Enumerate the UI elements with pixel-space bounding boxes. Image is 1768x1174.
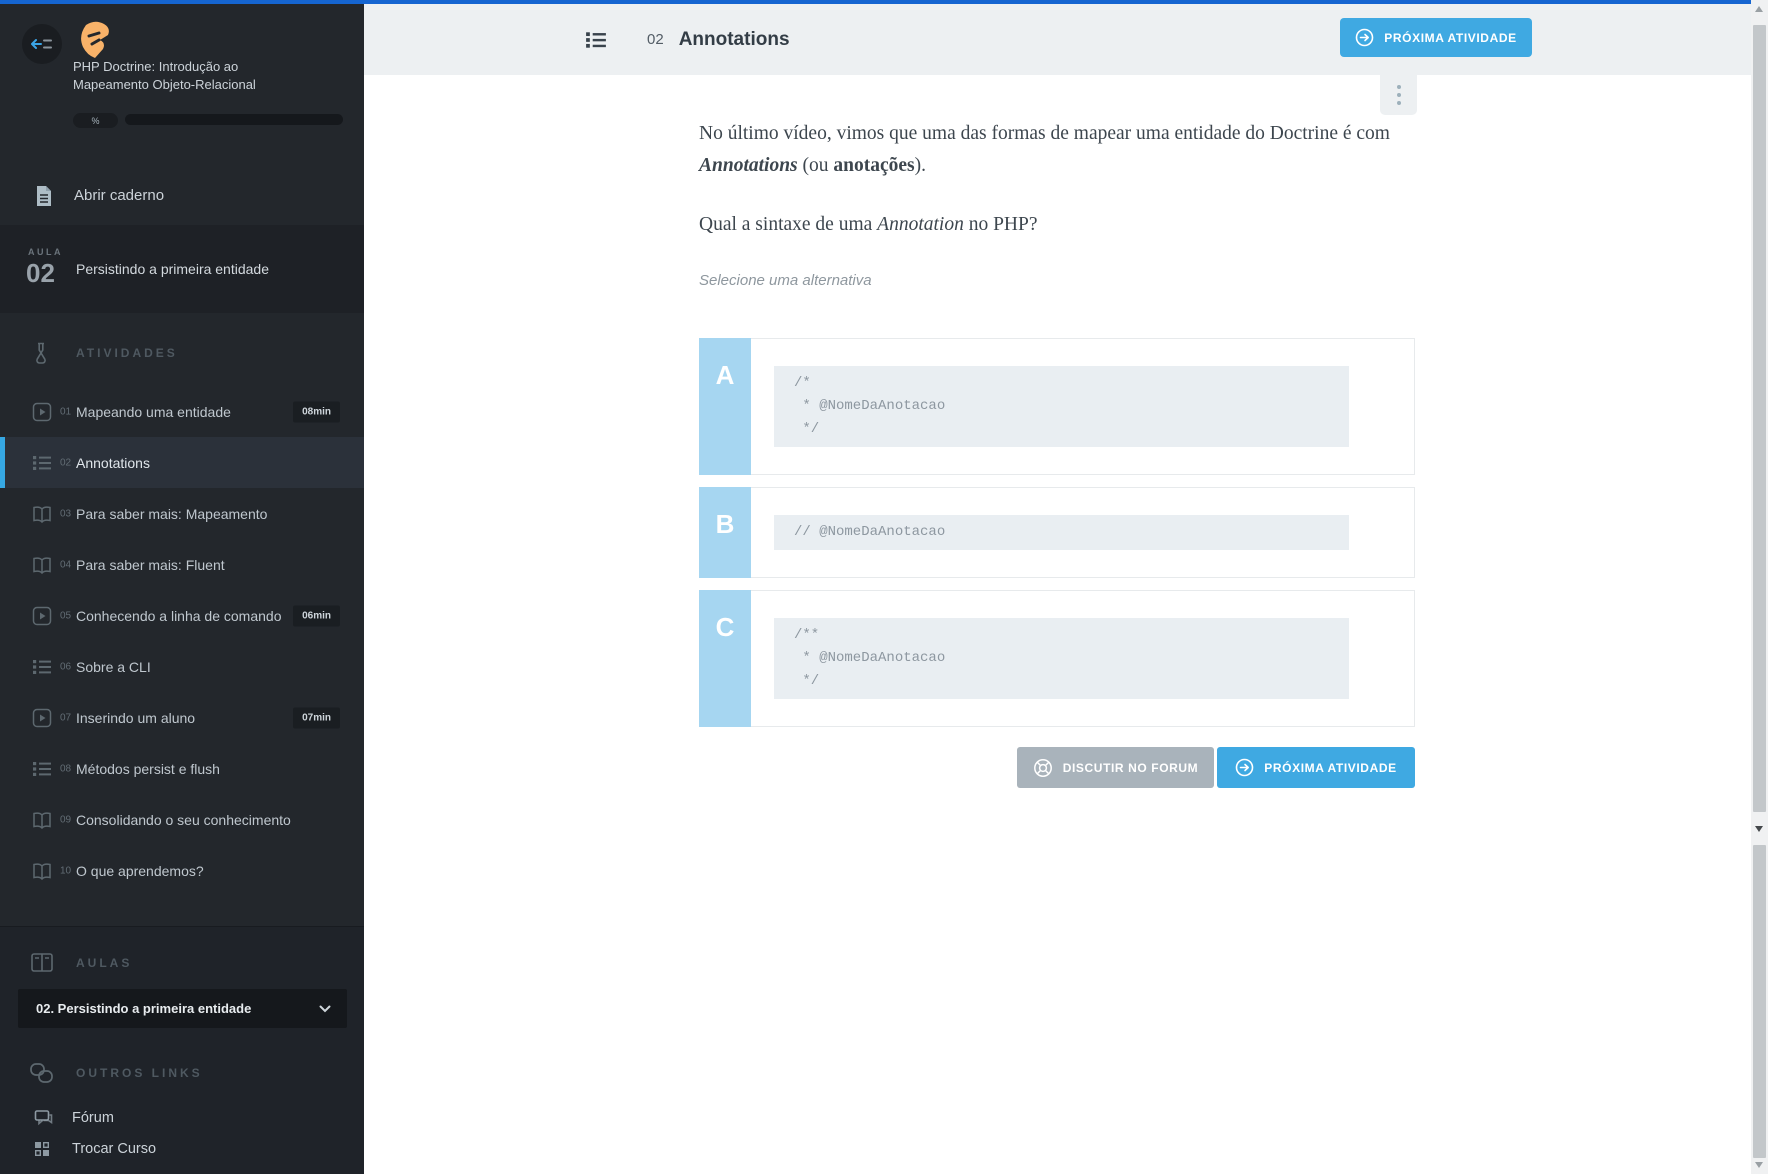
list-icon <box>32 454 52 472</box>
discuss-forum-button[interactable]: DISCUTIR NO FORUM <box>1017 747 1214 788</box>
vertical-scrollbar[interactable] <box>1751 0 1768 1174</box>
next-activity-button-bottom[interactable]: PRÓXIMA ATIVIDADE <box>1217 747 1415 788</box>
book-closed-icon <box>30 952 54 974</box>
scroll-down-arrow-icon[interactable] <box>1755 1162 1763 1168</box>
lesson-label: AULA <box>28 247 63 257</box>
sidebar-activity-04[interactable]: 04 Para saber mais: Fluent <box>0 539 364 590</box>
chevron-down-icon <box>319 1005 331 1013</box>
option-code-block: /** * @NomeDaAnotacao */ <box>774 618 1349 699</box>
question-paragraph-1: No último vídeo, vimos que uma das forma… <box>699 118 1415 182</box>
sidebar-activity-07[interactable]: 07 Inserindo um aluno 07min <box>0 692 364 743</box>
book-open-icon <box>32 811 52 829</box>
lesson-select-value: 02. Persistindo a primeira entidade <box>36 1001 251 1016</box>
sidebar-activity-03[interactable]: 03 Para saber mais: Mapeamento <box>0 488 364 539</box>
book-open-icon <box>32 556 52 574</box>
duration-badge: 07min <box>293 707 340 728</box>
activities-section-header: ATIVIDADES <box>0 339 364 367</box>
link-icon <box>29 1062 54 1084</box>
alternatives-list: A /* * @NomeDaAnotacao */ B // @NomeDaAn… <box>699 338 1415 727</box>
page-title: Annotations <box>679 29 790 51</box>
book-open-icon <box>32 862 52 880</box>
lesson-title: Persistindo a primeira entidade <box>76 225 269 313</box>
video-icon <box>32 708 52 728</box>
course-sidebar: PHP Doctrine: Introdução ao Mapeamento O… <box>0 0 364 1174</box>
select-alternative-hint: Selecione uma alternativa <box>699 272 1415 289</box>
option-letter: C <box>699 590 751 727</box>
sidebar-activity-01[interactable]: 01 Mapeando uma entidade 08min <box>0 386 364 437</box>
aulas-section-header: AULAS <box>0 949 364 977</box>
option-code-block: // @NomeDaAnotacao <box>774 515 1349 550</box>
scrollbar-thumb-upper[interactable] <box>1753 25 1766 812</box>
book-open-icon <box>32 505 52 523</box>
question-content: No último vídeo, vimos que uma das forma… <box>699 75 1415 788</box>
video-icon <box>32 402 52 422</box>
option-letter: A <box>699 338 751 475</box>
sidebar-activity-06[interactable]: 06 Sobre a CLI <box>0 641 364 692</box>
arrow-circle-right-icon <box>1355 28 1374 47</box>
flask-icon <box>32 342 50 364</box>
lifebuoy-icon <box>1033 758 1053 778</box>
lesson-select[interactable]: 02. Persistindo a primeira entidade <box>18 989 347 1028</box>
activity-main-panel: 02 Annotations PRÓXIMA ATIVIDADE No últi… <box>364 4 1751 1174</box>
activities-list: 01 Mapeando uma entidade 08min 02 Annota… <box>0 386 364 896</box>
sidebar-activity-10[interactable]: 10 O que aprendemos? <box>0 845 364 896</box>
next-activity-button-top[interactable]: PRÓXIMA ATIVIDADE <box>1340 18 1532 57</box>
course-title: PHP Doctrine: Introdução ao Mapeamento O… <box>73 58 256 93</box>
alternative-option-B[interactable]: B // @NomeDaAnotacao <box>699 487 1415 578</box>
lesson-number: 02 <box>26 258 55 289</box>
question-paragraph-2: Qual a sintaxe de uma Annotation no PHP? <box>699 209 1415 241</box>
question-actions: DISCUTIR NO FORUM PRÓXIMA ATIVIDADE <box>699 747 1415 788</box>
list-icon <box>32 760 52 778</box>
other-links-section-header: OUTROS LINKS <box>0 1059 364 1087</box>
open-notebook-button[interactable]: Abrir caderno <box>0 176 364 216</box>
current-lesson-banner: AULA 02 Persistindo a primeira entidade <box>0 225 364 313</box>
duration-badge: 06min <box>293 605 340 626</box>
sidebar-activity-09[interactable]: 09 Consolidando o seu conhecimento <box>0 794 364 845</box>
list-icon <box>585 30 607 50</box>
open-notebook-label: Abrir caderno <box>74 187 164 204</box>
grid-icon <box>34 1141 50 1157</box>
option-code-block: /* * @NomeDaAnotacao */ <box>774 366 1349 447</box>
video-icon <box>32 606 52 626</box>
top-accent-bar <box>0 0 1751 4</box>
alternative-option-A[interactable]: A /* * @NomeDaAnotacao */ <box>699 338 1415 475</box>
sidebar-link-trocar-curso[interactable]: Trocar Curso <box>0 1134 364 1164</box>
collapse-sidebar-button[interactable] <box>22 24 62 64</box>
chat-bubbles-icon <box>34 1110 53 1127</box>
activity-number: 02 <box>647 31 664 48</box>
progress-percent-badge: % <box>73 113 118 128</box>
scroll-down-arrow-icon[interactable] <box>1755 826 1763 832</box>
arrow-circle-right-icon <box>1235 758 1254 777</box>
document-icon <box>35 185 53 207</box>
scrollbar-thumb-lower[interactable] <box>1753 845 1766 1158</box>
activity-header-bar: 02 Annotations PRÓXIMA ATIVIDADE <box>364 4 1751 75</box>
course-progress-bar <box>125 114 343 125</box>
sidebar-lower-section: AULAS 02. Persistindo a primeira entidad… <box>0 926 364 1174</box>
sidebar-activity-02[interactable]: 02 Annotations <box>0 437 364 488</box>
alura-logo-icon <box>74 20 112 60</box>
sidebar-link-forum[interactable]: Fórum <box>0 1103 364 1133</box>
collapse-arrow-icon <box>31 35 53 53</box>
list-icon <box>32 658 52 676</box>
duration-badge: 08min <box>293 401 340 422</box>
sidebar-activity-08[interactable]: 08 Métodos persist e flush <box>0 743 364 794</box>
scroll-up-arrow-icon[interactable] <box>1755 6 1763 12</box>
alternative-option-C[interactable]: C /** * @NomeDaAnotacao */ <box>699 590 1415 727</box>
option-letter: B <box>699 487 751 578</box>
sidebar-activity-05[interactable]: 05 Conhecendo a linha de comando 06min <box>0 590 364 641</box>
